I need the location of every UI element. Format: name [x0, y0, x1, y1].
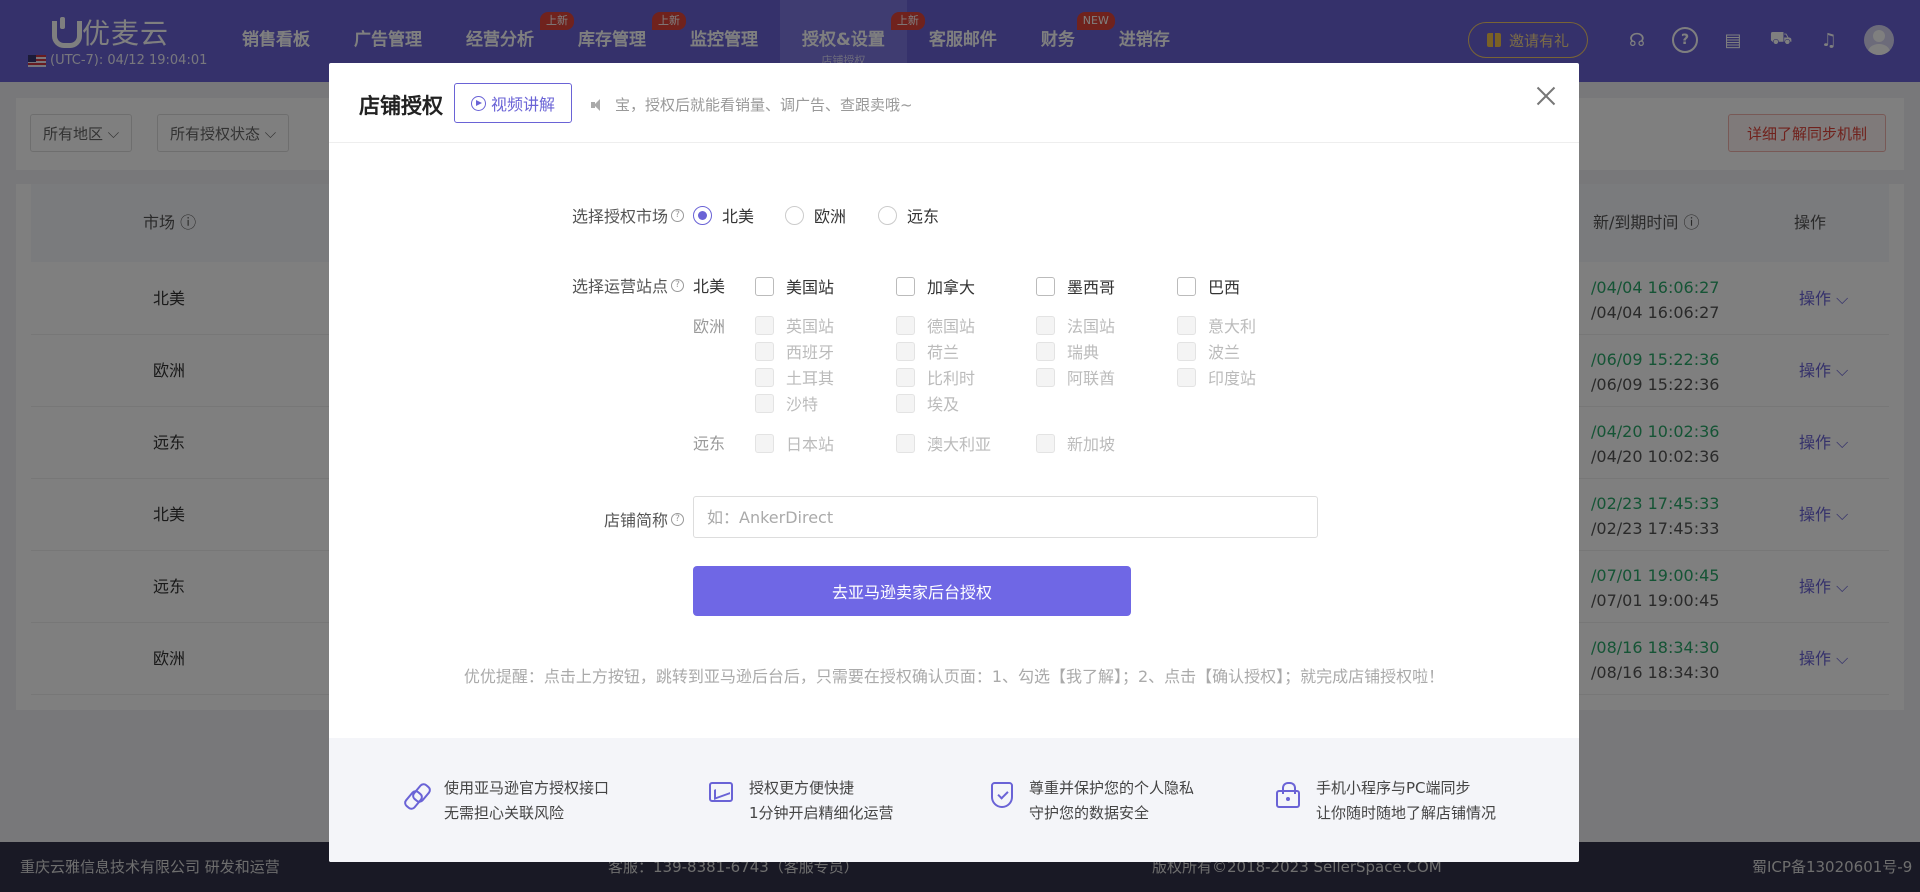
amazon-auth-button[interactable]: 去亚马逊卖家后台授权: [693, 566, 1131, 616]
features-bar: 使用亚马逊官方授权接口 无需担心关联风险 授权更方便快捷 1分钟开启精细化运营 尊重…: [329, 738, 1579, 862]
site-checkbox-ae: 阿联酋: [1036, 365, 1115, 389]
modal-header: 店铺授权 视频讲解 宝，授权后就能看销量、调广告、查跟卖哦~: [329, 63, 1579, 143]
modal-title: 店铺授权: [359, 94, 443, 118]
site-checkbox-in: 印度站: [1177, 365, 1256, 389]
site-checkbox-au: 澳大利亚: [896, 431, 991, 455]
market-radio-fe[interactable]: 远东: [878, 203, 939, 227]
feature-fast-auth: 授权更方便快捷 1分钟开启精细化运营: [709, 776, 894, 826]
site-checkbox-mx[interactable]: 墨西哥: [1036, 274, 1115, 298]
site-checkbox-eg: 埃及: [896, 391, 959, 415]
site-checkbox-us[interactable]: 美国站: [755, 274, 834, 298]
site-checkbox-sa: 沙特: [755, 391, 818, 415]
market-label: 选择授权市场?: [474, 203, 684, 227]
modal-hint: 宝，授权后就能看销量、调广告、查跟卖哦~: [591, 94, 913, 115]
site-label: 选择运营站点?: [474, 273, 684, 297]
video-tutorial-button[interactable]: 视频讲解: [454, 83, 573, 123]
link-icon: [404, 782, 428, 808]
site-checkbox-de: 德国站: [896, 313, 975, 337]
chart-icon: [709, 782, 733, 802]
speaker-icon: [591, 98, 605, 111]
site-checkbox-br[interactable]: 巴西: [1177, 274, 1240, 298]
feature-sync: 手机小程序与PC端同步 让你随时随地了解店铺情况: [1276, 776, 1496, 826]
site-checkbox-pl: 波兰: [1177, 339, 1240, 363]
feature-privacy: 尊重并保护您的个人隐私 守护您的数据安全: [991, 776, 1194, 826]
radio-checked: [693, 205, 712, 225]
close-icon[interactable]: [1531, 81, 1561, 111]
lock-icon: [1276, 782, 1300, 808]
site-checkbox-fr: 法国站: [1036, 313, 1115, 337]
radio-unchecked: [785, 205, 804, 225]
play-icon: [471, 95, 486, 111]
help-icon: ?: [671, 278, 684, 292]
site-checkbox-ca[interactable]: 加拿大: [896, 274, 975, 298]
site-checkbox-tr: 土耳其: [755, 365, 834, 389]
shield-icon: [991, 782, 1013, 808]
site-checkbox-es: 西班牙: [755, 339, 834, 363]
help-icon: ?: [671, 208, 684, 222]
site-checkbox-sg: 新加坡: [1036, 431, 1115, 455]
auth-tip: 优优提醒：点击上方按钮，跳转到亚马逊后台后，只需要在授权确认页面：1、勾选【我了…: [463, 667, 1445, 686]
site-checkbox-be: 比利时: [896, 365, 975, 389]
store-name-label: 店铺简称?: [474, 507, 684, 531]
store-name-input[interactable]: [693, 496, 1318, 538]
store-auth-modal: 店铺授权 视频讲解 宝，授权后就能看销量、调广告、查跟卖哦~ 选择授权市场? 北…: [329, 63, 1579, 862]
site-checkbox-nl: 荷兰: [896, 339, 959, 363]
market-radio-eu[interactable]: 欧洲: [785, 203, 846, 227]
radio-unchecked: [878, 205, 897, 225]
site-checkbox-se: 瑞典: [1036, 339, 1099, 363]
site-checkbox-it: 意大利: [1177, 313, 1256, 337]
site-checkbox-uk: 英国站: [755, 313, 834, 337]
market-radio-na[interactable]: 北美: [693, 203, 754, 227]
site-checkbox-jp: 日本站: [755, 431, 834, 455]
region-label-fe: 远东: [693, 434, 726, 453]
feature-official-api: 使用亚马逊官方授权接口 无需担心关联风险: [404, 776, 609, 826]
help-icon: ?: [671, 512, 684, 526]
region-label-na: 北美: [693, 277, 726, 296]
region-label-eu: 欧洲: [693, 317, 726, 336]
